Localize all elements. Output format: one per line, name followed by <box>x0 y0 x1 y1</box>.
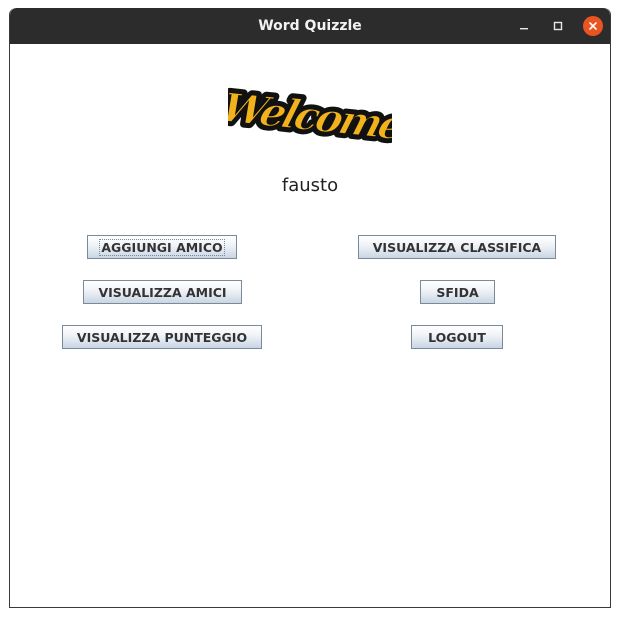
maximize-button[interactable] <box>548 16 568 36</box>
welcome-logo: Welcome Welcome <box>228 79 392 153</box>
add-friend-button[interactable]: AGGIUNGI AMICO <box>87 235 237 259</box>
view-ranking-button-label: VISUALIZZA CLASSIFICA <box>372 239 542 255</box>
logo-fill-text: Welcome <box>228 84 392 149</box>
view-ranking-button[interactable]: VISUALIZZA CLASSIFICA <box>358 235 556 259</box>
view-friends-button-label: VISUALIZZA AMICI <box>98 284 227 300</box>
view-score-button[interactable]: VISUALIZZA PUNTEGGIO <box>62 325 262 349</box>
view-score-button-label: VISUALIZZA PUNTEGGIO <box>76 329 248 345</box>
title-bar[interactable]: Word Quizzle <box>10 8 610 44</box>
challenge-button-label: SFIDA <box>436 284 479 300</box>
close-button[interactable] <box>583 16 603 36</box>
maximize-icon <box>553 21 563 31</box>
close-icon <box>589 22 597 30</box>
challenge-button[interactable]: SFIDA <box>420 280 495 304</box>
main-panel: Welcome Welcome fausto AGGIUNGI AMICO VI… <box>10 44 610 607</box>
logout-button[interactable]: LOGOUT <box>411 325 503 349</box>
app-window: Word Quizzle Welcome Welcome fausto AGGI… <box>9 8 611 608</box>
minimize-button[interactable] <box>514 16 534 36</box>
add-friend-button-label: AGGIUNGI AMICO <box>99 238 225 256</box>
minimize-icon <box>520 28 528 30</box>
view-friends-button[interactable]: VISUALIZZA AMICI <box>83 280 242 304</box>
logout-button-label: LOGOUT <box>428 329 486 345</box>
username-label: fausto <box>281 175 339 196</box>
